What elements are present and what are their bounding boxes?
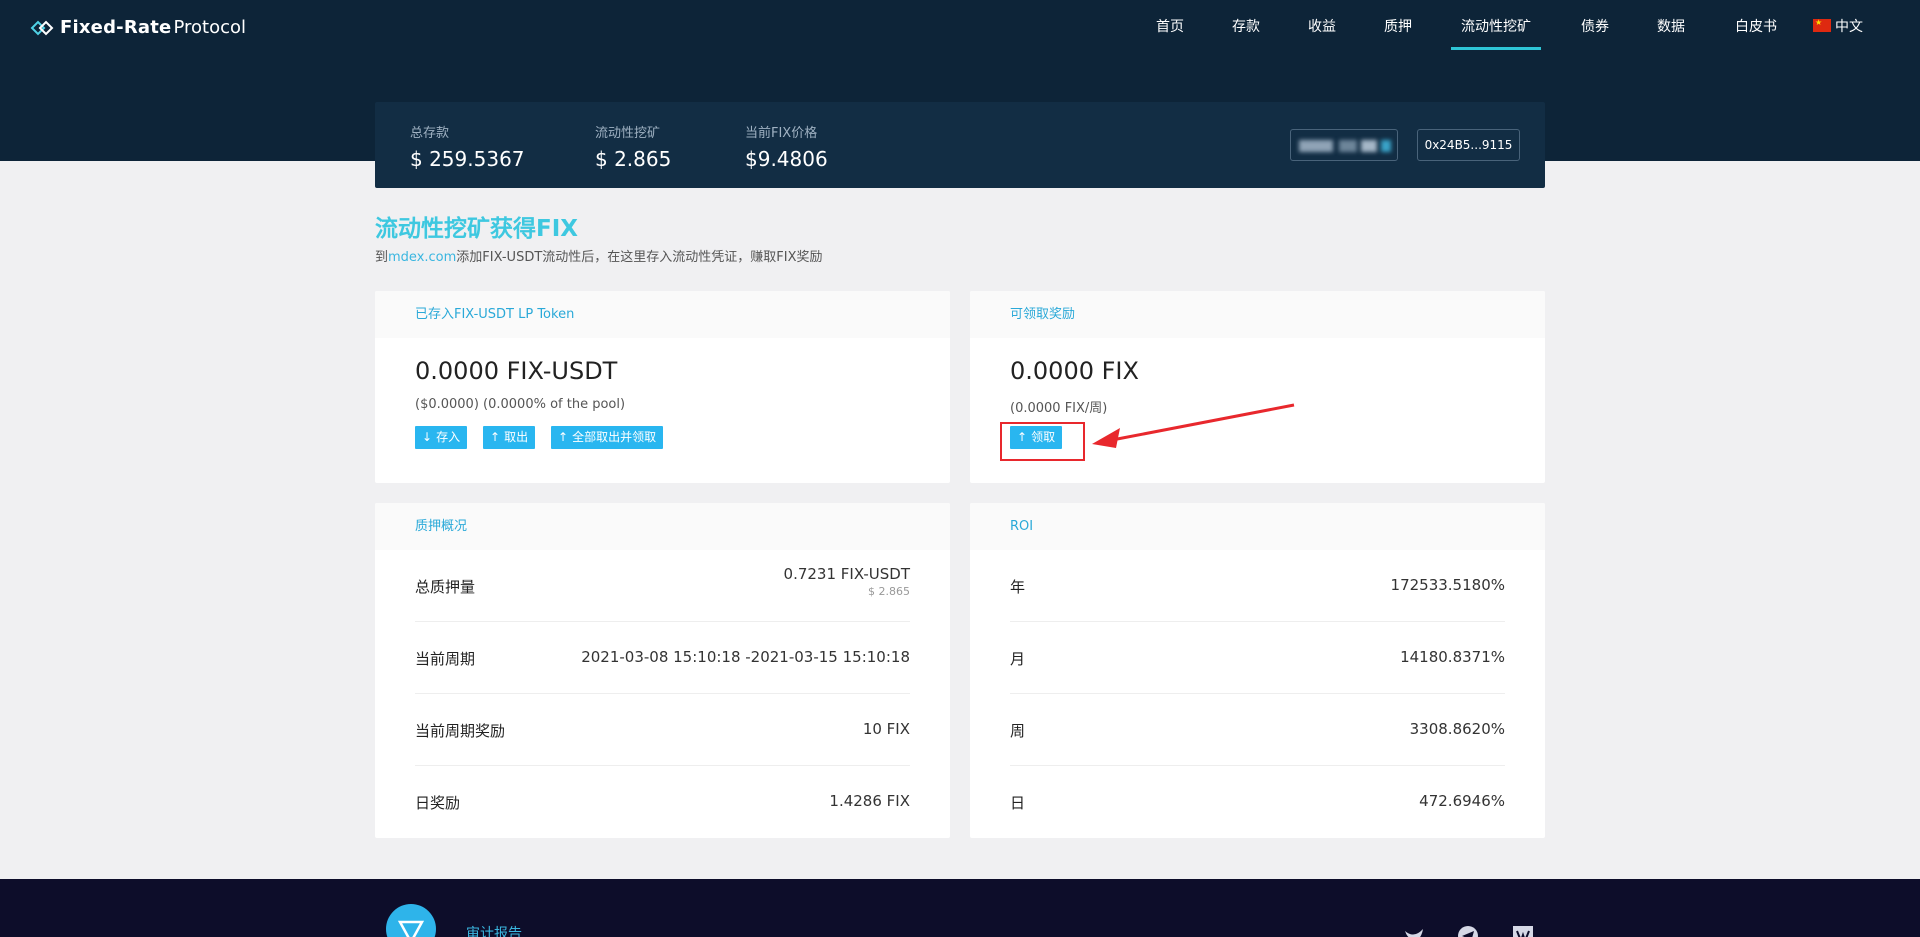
nav-item-deposit[interactable]: 存款 — [1232, 0, 1260, 50]
telegram-icon[interactable] — [1457, 925, 1479, 937]
arrow-up-icon: ↑ — [490, 430, 501, 444]
pledge-row-total: 总质押量 0.7231 FIX-USDT $ 2.865 — [415, 550, 910, 622]
row-value: 2021-03-08 15:10:18 -2021-03-15 15:10:18 — [581, 648, 910, 666]
nav-item-home[interactable]: 首页 — [1156, 0, 1184, 50]
roi-card: ROI 年 172533.5180% 月 14180.8371% 周 3308.… — [970, 503, 1545, 838]
blur-block — [1339, 140, 1357, 152]
row-value-main: 0.7231 FIX-USDT — [783, 565, 910, 583]
blur-block — [1381, 140, 1391, 152]
row-value: 172533.5180% — [1390, 576, 1505, 594]
roi-row-month: 月 14180.8371% — [1010, 622, 1505, 694]
arrow-up-icon: ↑ — [558, 430, 569, 444]
row-value: 1.4286 FIX — [829, 792, 910, 810]
wallet-balance-blurred[interactable] — [1290, 129, 1398, 161]
audit-shield-icon[interactable] — [386, 904, 436, 937]
card-title: 已存入FIX-USDT LP Token — [375, 291, 950, 338]
page-subtitle: 到mdex.com添加FIX-USDT流动性后，在这里存入流动性凭证，赚取FIX… — [375, 246, 823, 265]
row-value: 0.7231 FIX-USDT $ 2.865 — [784, 565, 910, 598]
stat-label: 流动性挖矿 — [595, 126, 661, 141]
deposited-amount: 0.0000 FIX-USDT — [415, 357, 618, 385]
pledge-overview-card: 质押概况 总质押量 0.7231 FIX-USDT $ 2.865 当前周期 20… — [375, 503, 950, 838]
top-nav: 首页 存款 收益 质押 流动性挖矿 债券 数据 白皮书 中文 — [1156, 0, 1863, 52]
row-value-sub: $ 2.865 — [868, 585, 910, 598]
nav-label: 流动性挖矿 — [1461, 19, 1531, 35]
stat-label: 总存款 — [410, 126, 450, 141]
button-label: 取出 — [504, 430, 529, 444]
medium-icon[interactable] — [1512, 925, 1534, 937]
pledge-row-period-reward: 当前周期奖励 10 FIX — [415, 694, 910, 766]
blur-block — [1361, 140, 1377, 152]
mdex-link[interactable]: mdex.com — [388, 250, 456, 265]
card-title: ROI — [970, 503, 1545, 550]
withdraw-all-claim-button[interactable]: ↑ 全部取出并领取 — [551, 426, 664, 449]
stat-liquidity-mining: 流动性挖矿 $ 2.865 — [595, 122, 671, 171]
subtitle-text: 添加FIX-USDT流动性后，在这里存入流动性凭证，赚取FIX奖励 — [456, 250, 823, 265]
row-value: 10 FIX — [862, 720, 910, 738]
row-label: 月 — [1010, 650, 1026, 668]
annotation-arrow-icon — [1092, 403, 1295, 448]
stat-value: $ 2.865 — [595, 147, 672, 171]
blur-block — [1299, 140, 1333, 152]
nav-label: 白皮书 — [1735, 19, 1777, 35]
deposited-lp-card: 已存入FIX-USDT LP Token 0.0000 FIX-USDT ($0… — [375, 291, 950, 483]
nav-label: 首页 — [1156, 19, 1184, 35]
nav-item-pledge[interactable]: 质押 — [1384, 0, 1412, 50]
audit-report-link[interactable]: 审计报告 — [466, 923, 522, 937]
nav-label: 债券 — [1581, 19, 1609, 35]
shield-icon — [397, 920, 425, 937]
row-label: 日 — [1010, 794, 1026, 812]
row-label: 日奖励 — [415, 794, 461, 812]
nav-label: 存款 — [1232, 19, 1260, 35]
withdraw-button[interactable]: ↑ 取出 — [483, 426, 536, 449]
stat-label: 当前FIX价格 — [745, 126, 818, 141]
subtitle-text: 到 — [375, 250, 389, 265]
reward-amount: 0.0000 FIX — [1010, 357, 1139, 385]
row-label: 当前周期 — [415, 650, 476, 668]
pledge-row-daily-reward: 日奖励 1.4286 FIX — [415, 766, 910, 838]
language-label: 中文 — [1835, 19, 1863, 35]
china-flag-icon — [1813, 18, 1831, 32]
row-value: 472.6946% — [1419, 792, 1505, 810]
brand-name-light: Protocol — [173, 17, 247, 38]
arrow-down-icon: ↓ — [422, 430, 433, 444]
button-label: 存入 — [436, 430, 461, 444]
nav-item-liquidity-mining[interactable]: 流动性挖矿 — [1451, 0, 1541, 50]
nav-item-whitepaper[interactable]: 白皮书 — [1735, 0, 1777, 50]
row-value: 3308.8620% — [1409, 720, 1505, 738]
card-title: 可领取奖励 — [970, 291, 1545, 338]
row-label: 当前周期奖励 — [415, 722, 506, 740]
stats-banner: 总存款 $ 259.5367 流动性挖矿 $ 2.865 当前FIX价格 $9.… — [375, 102, 1545, 188]
logo[interactable]: Fixed-Rate Protocol — [29, 17, 246, 38]
annotation-highlight-box — [1000, 422, 1085, 461]
stat-value: $ 259.5367 — [410, 147, 525, 171]
wallet-address-button[interactable]: 0x24B5...9115 — [1417, 129, 1520, 161]
stat-total-deposit: 总存款 $ 259.5367 — [410, 122, 525, 171]
stat-value: $9.4806 — [745, 147, 828, 171]
nav-item-bonds[interactable]: 债券 — [1581, 0, 1609, 50]
card-title: 质押概况 — [375, 503, 950, 550]
page-title: 流动性挖矿获得FIX — [375, 216, 579, 242]
pledge-row-period: 当前周期 2021-03-08 15:10:18 -2021-03-15 15:… — [415, 622, 910, 694]
nav-label: 数据 — [1657, 19, 1685, 35]
nav-label: 质押 — [1384, 19, 1412, 35]
roi-row-day: 日 472.6946% — [1010, 766, 1505, 838]
nav-label: 收益 — [1308, 19, 1336, 35]
row-label: 周 — [1010, 722, 1026, 740]
twitter-icon[interactable] — [1403, 925, 1425, 937]
deposited-detail: ($0.0000) (0.0000% of the pool) — [415, 397, 626, 412]
nav-item-data[interactable]: 数据 — [1657, 0, 1685, 50]
logo-icon — [30, 20, 54, 35]
stat-fix-price: 当前FIX价格 $9.4806 — [745, 122, 828, 171]
brand-name-bold: Fixed-Rate — [60, 17, 172, 38]
row-label: 总质押量 — [415, 578, 476, 596]
row-value: 14180.8371% — [1400, 648, 1505, 666]
roi-row-week: 周 3308.8620% — [1010, 694, 1505, 766]
deposit-button[interactable]: ↓ 存入 — [415, 426, 468, 449]
button-label: 全部取出并领取 — [572, 430, 657, 444]
roi-row-year: 年 172533.5180% — [1010, 550, 1505, 622]
language-selector[interactable]: 中文 — [1813, 0, 1863, 50]
footer: 审计报告 — [0, 879, 1920, 937]
row-label: 年 — [1010, 578, 1026, 596]
nav-item-earnings[interactable]: 收益 — [1308, 0, 1336, 50]
